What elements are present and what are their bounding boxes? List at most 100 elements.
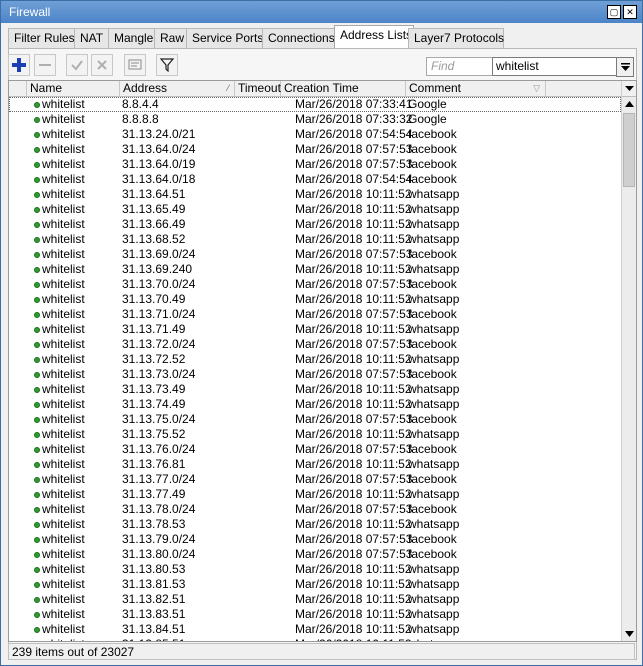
table-row[interactable]: whitelist 31.13.83.51 Mar/26/2018 10:11:52… bbox=[9, 607, 621, 622]
title-bar[interactable]: Firewall ▢ ✕ bbox=[1, 1, 642, 23]
column-header-name[interactable]: Name bbox=[27, 81, 120, 96]
cell-comment: facebook bbox=[408, 172, 457, 186]
table-row[interactable]: whitelist 31.13.65.49 Mar/26/2018 10:11:52… bbox=[9, 202, 621, 217]
table-row[interactable]: whitelist 31.13.74.49 Mar/26/2018 10:11:52… bbox=[9, 397, 621, 412]
cell-name: whitelist bbox=[42, 397, 85, 411]
table-row[interactable]: whitelist 31.13.66.49 Mar/26/2018 10:11:52… bbox=[9, 217, 621, 232]
cell-creation-time: Mar/26/2018 07:54:54 bbox=[295, 172, 413, 186]
tab-mangle[interactable]: Mangle bbox=[108, 28, 158, 48]
cell-comment: facebook bbox=[408, 277, 457, 291]
table-row[interactable]: whitelist 31.13.78.0/24 Mar/26/2018 07:57:… bbox=[9, 502, 621, 517]
tab-nat[interactable]: NAT bbox=[74, 28, 112, 48]
status-bar: 239 items out of 23027 bbox=[8, 643, 635, 660]
table-row[interactable]: whitelist 31.13.64.0/24 Mar/26/2018 07:57:… bbox=[9, 142, 621, 157]
table-row[interactable]: whitelist 31.13.72.52 Mar/26/2018 10:11:52… bbox=[9, 352, 621, 367]
enabled-status-icon bbox=[34, 597, 40, 603]
cell-address: 8.8.4.4 bbox=[122, 97, 159, 111]
table-row[interactable]: whitelist 31.13.64.51 Mar/26/2018 10:11:52… bbox=[9, 187, 621, 202]
table-row[interactable]: whitelist 31.13.68.52 Mar/26/2018 10:11:52… bbox=[9, 232, 621, 247]
tab-raw[interactable]: Raw bbox=[154, 28, 190, 48]
arrow-up-icon bbox=[625, 100, 634, 107]
cell-creation-time: Mar/26/2018 07:33:32 bbox=[295, 112, 413, 126]
table-row[interactable]: whitelist 31.13.77.0/24 Mar/26/2018 07:57:… bbox=[9, 472, 621, 487]
filter-button[interactable] bbox=[156, 54, 178, 76]
cell-name: whitelist bbox=[42, 457, 85, 471]
enable-button[interactable] bbox=[66, 54, 88, 76]
table-row[interactable]: whitelist 31.13.80.53 Mar/26/2018 10:11:52… bbox=[9, 562, 621, 577]
close-icon[interactable]: ✕ bbox=[623, 5, 637, 19]
check-icon bbox=[71, 60, 83, 71]
disable-button[interactable] bbox=[91, 54, 113, 76]
cell-address: 31.13.80.0/24 bbox=[122, 547, 196, 561]
table-row[interactable]: whitelist 31.13.70.0/24 Mar/26/2018 07:57:… bbox=[9, 277, 621, 292]
enabled-status-icon bbox=[34, 207, 40, 213]
enabled-status-icon bbox=[34, 462, 40, 468]
enabled-status-icon bbox=[34, 162, 40, 168]
cell-creation-time: Mar/26/2018 07:57:53 bbox=[295, 442, 413, 456]
table-row[interactable]: whitelist 31.13.75.0/24 Mar/26/2018 07:57:… bbox=[9, 412, 621, 427]
cell-creation-time: Mar/26/2018 07:57:53 bbox=[295, 247, 413, 261]
table-row[interactable]: whitelist 31.13.79.0/24 Mar/26/2018 07:57:… bbox=[9, 532, 621, 547]
column-header-creation-time[interactable]: Creation Time bbox=[281, 81, 406, 96]
table-row[interactable]: whitelist 31.13.78.53 Mar/26/2018 10:11:52… bbox=[9, 517, 621, 532]
scroll-up-arrow[interactable] bbox=[622, 96, 636, 111]
table-row[interactable]: whitelist 31.13.73.0/24 Mar/26/2018 07:57:… bbox=[9, 367, 621, 382]
table-row[interactable]: whitelist 31.13.70.49 Mar/26/2018 10:11:52… bbox=[9, 292, 621, 307]
comment-button[interactable] bbox=[124, 54, 146, 76]
header-spacer bbox=[9, 81, 27, 96]
add-button[interactable] bbox=[8, 54, 30, 76]
table-row[interactable]: whitelist 31.13.69.240 Mar/26/2018 10:11:5… bbox=[9, 262, 621, 277]
arrow-down-icon bbox=[625, 630, 634, 637]
column-header-timeout[interactable]: Timeout bbox=[235, 81, 281, 96]
table-row[interactable]: whitelist 31.13.73.49 Mar/26/2018 10:11:52… bbox=[9, 382, 621, 397]
remove-button[interactable] bbox=[34, 54, 56, 76]
table-row[interactable]: whitelist 31.13.84.51 Mar/26/2018 10:11:52… bbox=[9, 622, 621, 637]
enabled-status-icon bbox=[34, 327, 40, 333]
table-row[interactable]: whitelist 31.13.71.49 Mar/26/2018 10:11:52… bbox=[9, 322, 621, 337]
table-row[interactable]: whitelist 31.13.85.51 Mar/26/2018 10:11:52… bbox=[9, 637, 621, 641]
sort-arrow-icon: ⁄ bbox=[227, 83, 229, 93]
maximize-icon[interactable]: ▢ bbox=[607, 5, 621, 19]
cell-name: whitelist bbox=[42, 187, 85, 201]
vertical-scrollbar[interactable] bbox=[621, 81, 636, 641]
list-filter-field[interactable]: whitelist bbox=[492, 57, 620, 76]
table-row[interactable]: whitelist 31.13.81.53 Mar/26/2018 10:11:52… bbox=[9, 577, 621, 592]
cell-name: whitelist bbox=[42, 217, 85, 231]
address-list-table: Name Address ⁄ Timeout Creation Time Comm… bbox=[8, 80, 637, 642]
cell-creation-time: Mar/26/2018 10:11:52 bbox=[295, 637, 412, 641]
cell-name: whitelist bbox=[42, 202, 85, 216]
table-row[interactable]: whitelist 31.13.64.0/19 Mar/26/2018 07:57:… bbox=[9, 157, 621, 172]
column-header-comment[interactable]: Comment ▽ bbox=[406, 81, 546, 96]
find-input[interactable]: Find bbox=[426, 57, 494, 76]
table-row[interactable]: whitelist 8.8.4.4 Mar/26/2018 07:33:41 Goog… bbox=[9, 97, 621, 112]
cell-name: whitelist bbox=[42, 412, 85, 426]
cell-comment: facebook bbox=[408, 472, 457, 486]
scrollbar-thumb[interactable] bbox=[623, 113, 635, 187]
table-row[interactable]: whitelist 31.13.71.0/24 Mar/26/2018 07:57:… bbox=[9, 307, 621, 322]
scroll-down-arrow[interactable] bbox=[622, 626, 636, 641]
tab-service-ports[interactable]: Service Ports bbox=[186, 28, 266, 48]
tab-connections[interactable]: Connections bbox=[262, 28, 340, 48]
table-row[interactable]: whitelist 31.13.72.0/24 Mar/26/2018 07:57:… bbox=[9, 337, 621, 352]
table-row[interactable]: whitelist 31.13.76.0/24 Mar/26/2018 07:57:… bbox=[9, 442, 621, 457]
column-chooser-icon[interactable] bbox=[622, 81, 636, 97]
table-row[interactable]: whitelist 31.13.76.81 Mar/26/2018 10:11:52… bbox=[9, 457, 621, 472]
cell-address: 31.13.70.49 bbox=[122, 292, 186, 306]
tab-layer7-protocols[interactable]: Layer7 Protocols bbox=[408, 28, 504, 48]
enabled-status-icon bbox=[34, 552, 40, 558]
table-row[interactable]: whitelist 31.13.80.0/24 Mar/26/2018 07:57:… bbox=[9, 547, 621, 562]
tab-address-lists[interactable]: Address Lists bbox=[334, 25, 414, 48]
table-row[interactable]: whitelist 31.13.64.0/18 Mar/26/2018 07:54:… bbox=[9, 172, 621, 187]
table-row[interactable]: whitelist 8.8.8.8 Mar/26/2018 07:33:32 Goog… bbox=[9, 112, 621, 127]
table-row[interactable]: whitelist 31.13.69.0/24 Mar/26/2018 07:57:… bbox=[9, 247, 621, 262]
cell-address: 31.13.64.0/18 bbox=[122, 172, 196, 186]
column-header-address[interactable]: Address ⁄ bbox=[120, 81, 235, 96]
tab-filter-rules[interactable]: Filter Rules bbox=[8, 28, 78, 48]
cell-creation-time: Mar/26/2018 10:11:52 bbox=[295, 457, 412, 471]
list-filter-dropdown[interactable] bbox=[616, 57, 634, 77]
cell-creation-time: Mar/26/2018 10:11:52 bbox=[295, 487, 412, 501]
table-row[interactable]: whitelist 31.13.24.0/21 Mar/26/2018 07:54:… bbox=[9, 127, 621, 142]
table-row[interactable]: whitelist 31.13.77.49 Mar/26/2018 10:11:52… bbox=[9, 487, 621, 502]
table-row[interactable]: whitelist 31.13.75.52 Mar/26/2018 10:11:52… bbox=[9, 427, 621, 442]
table-row[interactable]: whitelist 31.13.82.51 Mar/26/2018 10:11:52… bbox=[9, 592, 621, 607]
